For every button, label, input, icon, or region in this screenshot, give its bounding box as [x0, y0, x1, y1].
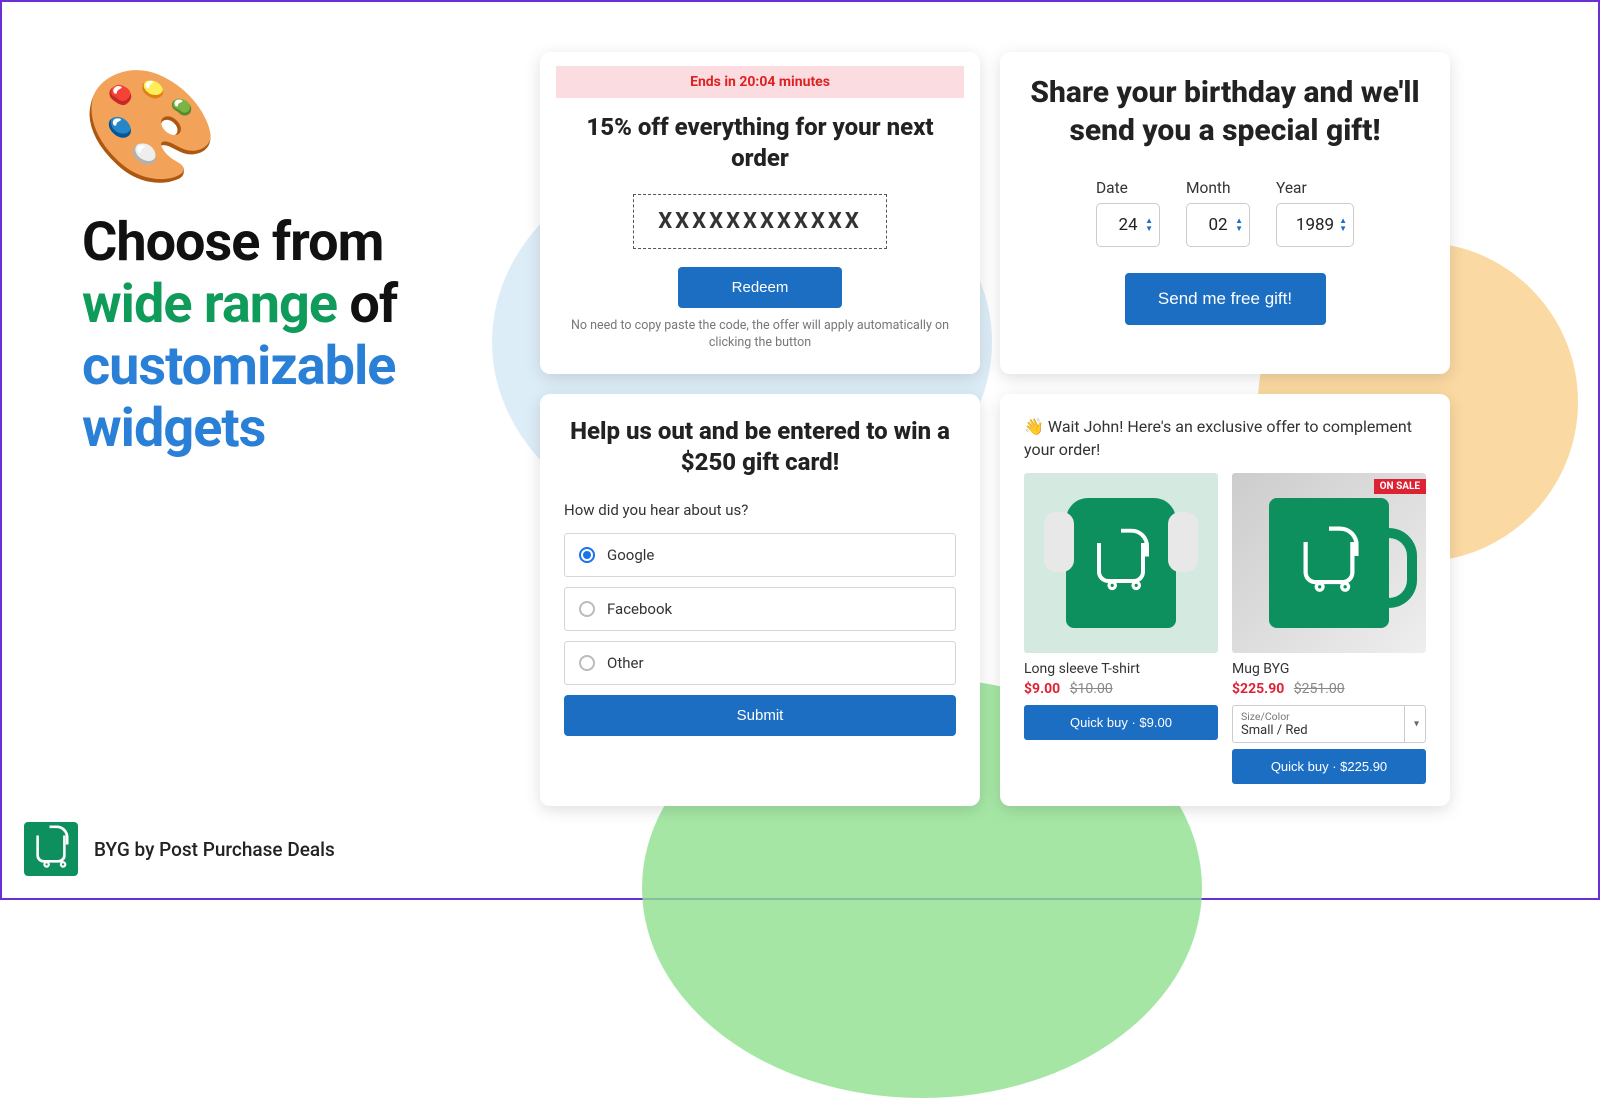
option-label: Other — [607, 654, 644, 672]
promo-title: 15% off everything for your next order — [564, 112, 956, 174]
radio-icon — [579, 601, 595, 617]
variant-value: Small / Red — [1241, 723, 1308, 738]
product-name: Long sleeve T-shirt — [1024, 661, 1218, 677]
birthday-title: Share your birthday and we'll send you a… — [1024, 74, 1426, 149]
countdown-banner: Ends in 20:04 minutes — [556, 66, 964, 98]
survey-option-facebook[interactable]: Facebook — [564, 587, 956, 631]
option-label: Facebook — [607, 600, 672, 618]
product-name: Mug BYG — [1232, 661, 1426, 677]
price-compare: $251.00 — [1294, 681, 1345, 697]
upsell-widget: 👋 Wait John! Here's an exclusive offer t… — [1000, 394, 1450, 806]
upsell-intro: 👋 Wait John! Here's an exclusive offer t… — [1024, 416, 1426, 461]
survey-option-google[interactable]: Google — [564, 533, 956, 577]
hero-copy: 🎨 Choose from wide range of customizable… — [82, 72, 512, 460]
month-stepper[interactable]: 02 ▲▼ — [1186, 203, 1250, 247]
brand-name: BYG by Post Purchase Deals — [94, 838, 335, 861]
year-stepper[interactable]: 1989 ▲▼ — [1276, 203, 1354, 247]
variant-select[interactable]: Size/Color Small / Red ▾ — [1232, 705, 1426, 743]
year-value: 1989 — [1296, 215, 1334, 235]
month-label: Month — [1186, 179, 1250, 197]
survey-option-other[interactable]: Other — [564, 641, 956, 685]
month-value: 02 — [1208, 215, 1227, 235]
price-compare: $10.00 — [1070, 681, 1113, 697]
stepper-arrows-icon[interactable]: ▲▼ — [1145, 217, 1153, 233]
promo-widget: Ends in 20:04 minutes 15% off everything… — [540, 52, 980, 374]
variant-label: Size/Color — [1241, 710, 1403, 723]
price-current: $225.90 — [1232, 681, 1284, 697]
headline-accent: wide range — [82, 273, 337, 336]
radio-icon — [579, 655, 595, 671]
headline: Choose from wide range of customizable w… — [82, 212, 512, 460]
stepper-arrows-icon[interactable]: ▲▼ — [1339, 217, 1347, 233]
birthday-widget: Share your birthday and we'll send you a… — [1000, 52, 1450, 374]
survey-question: How did you hear about us? — [564, 501, 956, 519]
year-label: Year — [1276, 179, 1354, 197]
quick-buy-button[interactable]: Quick buy · $9.00 — [1024, 705, 1218, 740]
product-price: $225.90 $251.00 — [1232, 681, 1426, 697]
headline-line: Choose from — [82, 211, 383, 274]
survey-widget: Help us out and be entered to win a $250… — [540, 394, 980, 806]
date-label: Date — [1096, 179, 1160, 197]
redeem-button[interactable]: Redeem — [678, 267, 843, 308]
product-price: $9.00 $10.00 — [1024, 681, 1218, 697]
promo-disclaimer: No need to copy paste the code, the offe… — [564, 318, 956, 352]
price-current: $9.00 — [1024, 681, 1060, 697]
product-card: Long sleeve T-shirt $9.00 $10.00 Quick b… — [1024, 473, 1218, 784]
quick-buy-button[interactable]: Quick buy · $225.90 — [1232, 749, 1426, 784]
radio-icon — [579, 547, 595, 563]
chevron-down-icon: ▾ — [1414, 718, 1419, 729]
product-image — [1024, 473, 1218, 653]
brand-logo-icon — [24, 822, 78, 876]
submit-button[interactable]: Submit — [564, 695, 956, 736]
headline-accent: customizable — [82, 335, 395, 398]
stepper-arrows-icon[interactable]: ▲▼ — [1235, 217, 1243, 233]
coupon-code: XXXXXXXXXXXX — [633, 194, 888, 249]
headline-accent: widgets — [82, 397, 265, 460]
date-stepper[interactable]: 24 ▲▼ — [1096, 203, 1160, 247]
send-gift-button[interactable]: Send me free gift! — [1125, 273, 1326, 325]
headline-line: of — [337, 273, 397, 336]
brand-footer: BYG by Post Purchase Deals — [24, 822, 335, 876]
product-card: ON SALE Mug BYG $225.90 $251.00 Size/Col… — [1232, 473, 1426, 784]
date-value: 24 — [1118, 215, 1137, 235]
palette-icon: 🎨 — [82, 72, 512, 182]
product-image: ON SALE — [1232, 473, 1426, 653]
sale-badge: ON SALE — [1374, 479, 1426, 494]
option-label: Google — [607, 546, 654, 564]
survey-title: Help us out and be entered to win a $250… — [564, 416, 956, 478]
